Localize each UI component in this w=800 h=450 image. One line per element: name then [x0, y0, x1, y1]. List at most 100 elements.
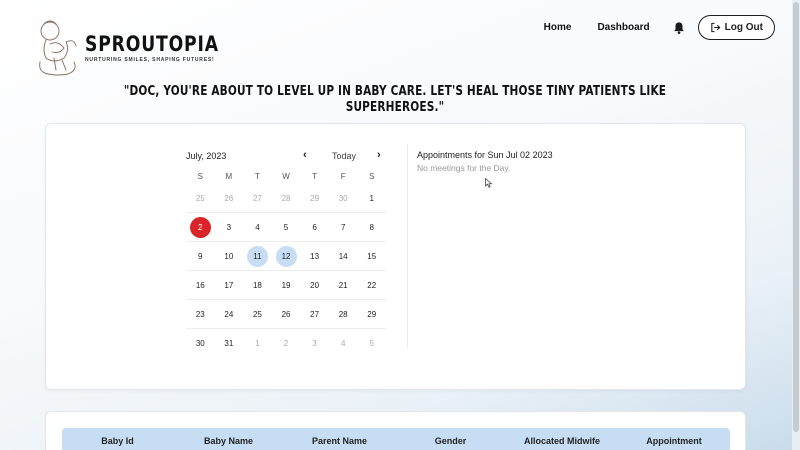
column-header-baby-id[interactable]: Baby Id	[62, 436, 173, 446]
calendar-day-number: 9	[198, 251, 203, 261]
calendar-day[interactable]: 29	[357, 304, 386, 325]
nav-dashboard-link[interactable]: Dashboard	[597, 22, 649, 33]
top-nav: Home Dashboard Log Out	[544, 15, 775, 40]
calendar-day-number: 24	[224, 309, 234, 319]
calendar-prev-button[interactable]: ‹	[303, 149, 307, 161]
column-header-gender[interactable]: Gender	[395, 436, 506, 446]
calendar-day-number: 4	[340, 339, 346, 348]
calendar-day[interactable]: 30	[329, 188, 358, 209]
calendar-day[interactable]: 20	[300, 275, 329, 296]
card-divider	[407, 144, 408, 349]
calendar-day[interactable]: 28	[272, 188, 301, 209]
calendar-day[interactable]: 21	[329, 275, 358, 296]
brand-name: SPROUTOPIA	[85, 32, 219, 56]
calendar-day-number: 21	[338, 280, 348, 290]
calendar-day[interactable]: 9	[186, 246, 215, 267]
calendar-day-number: 8	[369, 222, 374, 232]
calendar-next-button[interactable]: ›	[377, 149, 381, 161]
calendar-day-number: 29	[310, 193, 320, 203]
page-scrollbar[interactable]	[792, 0, 800, 450]
calendar-day[interactable]: 26	[215, 188, 244, 209]
nav-home-link[interactable]: Home	[544, 22, 572, 33]
calendar-day-number: 28	[338, 309, 348, 319]
calendar-day-number: 28	[281, 193, 291, 203]
calendar-day-number: 31	[224, 339, 234, 348]
calendar-day[interactable]: 30	[186, 333, 215, 354]
weekday-label: F	[340, 172, 346, 181]
calendar-week-row: 16 17 18 19 20 21 22	[186, 271, 386, 300]
hero-quote: "Doc, you're about to level up in baby c…	[123, 83, 667, 115]
bell-icon[interactable]	[672, 21, 686, 35]
calendar-week-row: 25 26 27 28 29 30 1	[186, 184, 386, 213]
calendar-day-number: 7	[340, 222, 346, 232]
calendar-day[interactable]: 4	[243, 217, 272, 238]
logout-button[interactable]: Log Out	[697, 15, 775, 40]
calendar-day-highlighted[interactable]: 11	[243, 245, 272, 267]
calendar-day[interactable]: 6	[300, 217, 329, 238]
calendar-day[interactable]: 25	[243, 304, 272, 325]
column-header-parent-name[interactable]: Parent Name	[284, 436, 395, 446]
calendar-day[interactable]: 23	[186, 304, 215, 325]
calendar-week-row: 30 31 1 2 3 4 5	[186, 329, 386, 358]
calendar-day[interactable]: 4	[329, 333, 358, 354]
calendar-day[interactable]: 3	[300, 333, 329, 354]
column-header-baby-name[interactable]: Baby Name	[173, 436, 284, 446]
calendar-day[interactable]: 10	[215, 246, 244, 267]
calendar-day-number: 15	[367, 251, 377, 261]
calendar-day-number: 1	[369, 193, 374, 203]
appointments-empty-message: No meetings for the Day.	[417, 163, 511, 173]
column-header-appointment[interactable]: Appointment	[618, 436, 730, 446]
calendar-day[interactable]: 14	[329, 246, 358, 267]
calendar-day[interactable]: 7	[329, 217, 358, 238]
calendar-header: July, 2023 ‹ Today ›	[186, 149, 386, 162]
calendar-day-number: 12	[275, 245, 297, 267]
calendar-day[interactable]: 27	[300, 304, 329, 325]
weekday-label: S	[369, 172, 375, 181]
calendar-day-number: 27	[310, 309, 320, 319]
calendar-day[interactable]: 25	[186, 188, 215, 209]
calendar-day[interactable]: 2	[272, 333, 301, 354]
table-header: Baby Id Baby Name Parent Name Gender All…	[62, 428, 730, 450]
calendar-day[interactable]: 31	[215, 333, 244, 354]
calendar-day-highlighted[interactable]: 12	[272, 245, 301, 267]
calendar-day-selected[interactable]: 2	[186, 216, 215, 238]
column-header-allocated-midwife[interactable]: Allocated Midwife	[506, 436, 618, 446]
calendar-day[interactable]: 1	[243, 333, 272, 354]
calendar-day-number: 22	[367, 280, 377, 290]
calendar-card: July, 2023 ‹ Today › S M T W T F S 25 26 2…	[45, 123, 746, 390]
calendar-day-number: 5	[369, 339, 374, 348]
calendar-day-number: 30	[338, 193, 348, 203]
calendar-day-number: 20	[310, 280, 320, 290]
calendar-day[interactable]: 18	[243, 275, 272, 296]
calendar-week-row: 2 3 4 5 6 7 8	[186, 213, 386, 242]
calendar-today-button[interactable]: Today	[332, 151, 356, 161]
calendar-day[interactable]: 16	[186, 275, 215, 296]
calendar-day[interactable]: 8	[357, 217, 386, 238]
calendar-week-row: 23 24 25 26 27 28 29	[186, 300, 386, 329]
calendar-day-number: 25	[252, 309, 262, 319]
calendar-day[interactable]: 22	[357, 275, 386, 296]
calendar-day[interactable]: 27	[243, 188, 272, 209]
calendar-day-number: 16	[195, 280, 205, 290]
calendar-day[interactable]: 5	[357, 333, 386, 354]
calendar-day[interactable]: 3	[215, 217, 244, 238]
calendar-day[interactable]: 17	[215, 275, 244, 296]
calendar-day[interactable]: 29	[300, 188, 329, 209]
calendar-day[interactable]: 19	[272, 275, 301, 296]
calendar-day[interactable]: 13	[300, 246, 329, 267]
logout-label: Log Out	[724, 22, 763, 33]
brand-logo[interactable]: SPROUTOPIA NURTURING SMILES, SHAPING FUT…	[36, 18, 218, 80]
scrollbar-thumb[interactable]	[793, 2, 799, 432]
calendar-day[interactable]: 24	[215, 304, 244, 325]
calendar-day[interactable]: 28	[329, 304, 358, 325]
calendar-day-number: 18	[252, 280, 262, 290]
calendar-day-number: 4	[255, 222, 260, 232]
calendar-day-number: 23	[195, 309, 205, 319]
calendar-day-number: 3	[226, 222, 232, 232]
calendar-day[interactable]: 5	[272, 217, 301, 238]
calendar-day-number: 1	[255, 339, 260, 348]
calendar-day[interactable]: 15	[357, 246, 386, 267]
calendar-day[interactable]: 26	[272, 304, 301, 325]
weekday-label: S	[197, 172, 203, 181]
calendar-day[interactable]: 1	[357, 188, 386, 209]
